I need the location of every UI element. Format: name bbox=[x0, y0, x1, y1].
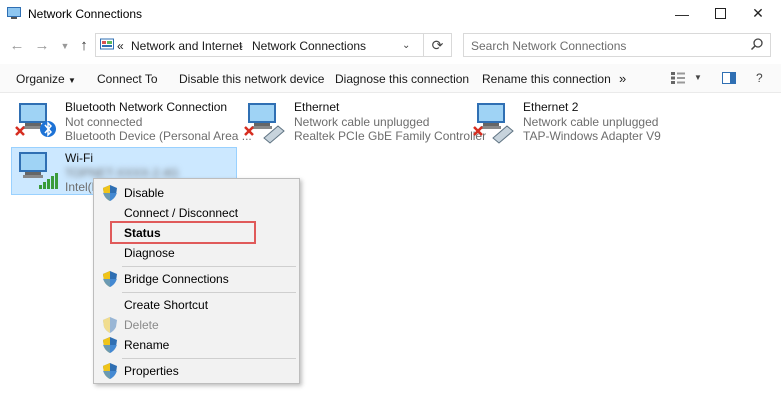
connection-status: Network cable unplugged bbox=[294, 115, 430, 129]
menu-item-diagnose[interactable]: Diagnose bbox=[94, 243, 299, 263]
connection-status: Not connected bbox=[65, 115, 143, 129]
back-button[interactable]: ← bbox=[8, 37, 26, 55]
breadcrumb-network-and-internet[interactable]: Network and Internet bbox=[131, 39, 242, 53]
control-panel-icon bbox=[100, 38, 114, 50]
connection-status: Network cable unplugged bbox=[523, 115, 659, 129]
connection-device: TAP-Windows Adapter V9 bbox=[523, 129, 661, 143]
menu-separator bbox=[122, 358, 296, 359]
menu-item-label: Rename bbox=[124, 338, 170, 352]
connection-bluetooth[interactable]: Bluetooth Network Connection Not connect… bbox=[15, 100, 252, 144]
search-box[interactable]: Search Network Connections bbox=[463, 33, 771, 57]
menu-item-bridge-connections[interactable]: Bridge Connections bbox=[94, 269, 299, 289]
menu-item-label: Delete bbox=[124, 318, 159, 332]
menu-item-label: Disable bbox=[124, 186, 165, 200]
menu-item-connect-disconnect[interactable]: Connect / Disconnect bbox=[94, 203, 299, 223]
wifi-adapter-icon bbox=[19, 152, 58, 189]
view-options-chevron-icon[interactable]: ▼ bbox=[694, 73, 702, 82]
uac-shield-icon bbox=[103, 337, 117, 353]
maximize-icon bbox=[714, 8, 726, 19]
diagnose-connection-button[interactable]: Diagnose this connection bbox=[335, 72, 469, 86]
up-button[interactable]: ↑ bbox=[75, 37, 93, 55]
breadcrumb-overflow[interactable]: « bbox=[117, 39, 124, 53]
uac-shield-icon bbox=[103, 317, 117, 333]
recent-locations-button[interactable]: ▼ bbox=[56, 37, 74, 55]
menu-item-create-shortcut[interactable]: Create Shortcut bbox=[94, 295, 299, 315]
status-highlight-box bbox=[110, 221, 256, 244]
menu-item-properties[interactable]: Properties bbox=[94, 361, 299, 381]
bluetooth-adapter-icon bbox=[15, 103, 56, 137]
breadcrumb-separator-icon: › bbox=[239, 39, 243, 53]
rename-connection-button[interactable]: Rename this connection bbox=[482, 72, 611, 86]
menu-item-label: Create Shortcut bbox=[124, 298, 209, 312]
connection-device: Realtek PCIe GbE Family Controller bbox=[294, 129, 487, 143]
chevron-down-icon: ▼ bbox=[68, 76, 76, 85]
connection-device: Bluetooth Device (Personal Area ... bbox=[65, 129, 252, 143]
refresh-icon: ⟳ bbox=[431, 37, 444, 53]
search-icon bbox=[750, 38, 763, 51]
connect-to-button[interactable]: Connect To bbox=[97, 72, 158, 86]
connection-name: Bluetooth Network Connection bbox=[65, 100, 228, 114]
search-placeholder: Search Network Connections bbox=[471, 39, 627, 53]
change-view-icon[interactable] bbox=[671, 72, 685, 84]
menu-item-delete: Delete bbox=[94, 315, 299, 335]
connection-name: Wi-Fi bbox=[65, 151, 93, 165]
refresh-button[interactable]: ⟳ bbox=[424, 33, 452, 57]
context-menu: Disable Connect / Disconnect Status Diag… bbox=[93, 178, 300, 384]
organize-label: Organize bbox=[16, 72, 65, 86]
address-bar[interactable]: « Network and Internet › Network Connect… bbox=[95, 33, 424, 57]
connection-name: Ethernet 2 bbox=[523, 100, 579, 114]
address-dropdown-icon[interactable]: ⌄ bbox=[402, 40, 410, 51]
chevron-down-icon: ▼ bbox=[60, 41, 70, 51]
connection-ethernet-2[interactable]: Ethernet 2 Network cable unplugged TAP-W… bbox=[473, 100, 693, 144]
connection-ethernet[interactable]: Ethernet Network cable unplugged Realtek… bbox=[244, 100, 486, 144]
up-arrow-icon: ↑ bbox=[80, 37, 88, 54]
forward-button[interactable]: → bbox=[33, 37, 51, 55]
ethernet-adapter-icon bbox=[244, 103, 285, 144]
menu-item-rename[interactable]: Rename bbox=[94, 335, 299, 355]
ethernet-adapter-icon bbox=[473, 103, 514, 144]
menu-item-label: Properties bbox=[124, 364, 179, 378]
uac-shield-icon bbox=[103, 271, 117, 287]
network-connections-app-icon bbox=[7, 7, 21, 19]
menu-separator bbox=[122, 266, 296, 267]
more-commands-button[interactable]: » bbox=[619, 71, 626, 86]
uac-shield-icon bbox=[103, 363, 117, 379]
close-icon: ✕ bbox=[752, 5, 764, 21]
disable-device-button[interactable]: Disable this network device bbox=[179, 72, 324, 86]
window-title: Network Connections bbox=[28, 7, 143, 21]
help-icon[interactable]: ? bbox=[756, 71, 763, 85]
menu-separator bbox=[122, 292, 296, 293]
minimize-icon: — bbox=[675, 5, 689, 22]
menu-item-label: Bridge Connections bbox=[124, 272, 229, 286]
back-arrow-icon: ← bbox=[9, 37, 25, 54]
title-bar: Network Connections — ✕ bbox=[0, 0, 781, 27]
uac-shield-icon bbox=[103, 185, 117, 201]
menu-item-label: Connect / Disconnect bbox=[124, 206, 239, 220]
breadcrumb-network-connections[interactable]: Network Connections bbox=[252, 39, 366, 53]
close-button[interactable]: ✕ bbox=[735, 0, 781, 27]
forward-arrow-icon: → bbox=[34, 37, 50, 54]
menu-item-label: Diagnose bbox=[124, 246, 175, 260]
menu-item-disable[interactable]: Disable bbox=[94, 183, 299, 203]
preview-pane-icon[interactable] bbox=[722, 72, 736, 84]
connection-name: Ethernet bbox=[294, 100, 340, 114]
organize-menu[interactable]: Organize ▼ bbox=[16, 72, 76, 86]
